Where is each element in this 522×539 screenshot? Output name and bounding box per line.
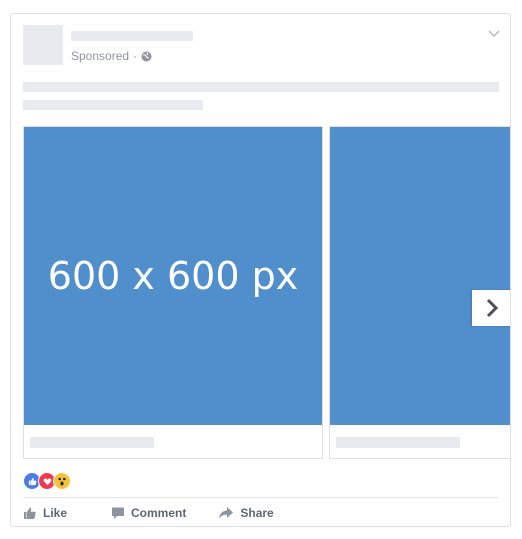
globe-icon <box>141 51 152 62</box>
carousel-card[interactable]: 600 x 600 px <box>23 126 323 459</box>
chevron-right-icon <box>486 298 499 318</box>
reactions-summary[interactable] <box>23 472 71 490</box>
sponsored-meta: Sponsored · <box>71 49 152 63</box>
post-text-placeholder-line-2 <box>23 100 203 110</box>
carousel-headline-placeholder <box>336 437 460 448</box>
image-size-label: 600 x 600 px <box>47 254 299 298</box>
comment-button[interactable]: Comment <box>111 502 186 524</box>
page-name-placeholder[interactable] <box>71 31 193 41</box>
carousel-image: 600 x 600 px <box>24 127 322 425</box>
like-button[interactable]: Like <box>23 502 67 524</box>
like-label: Like <box>43 506 68 520</box>
share-label: Share <box>240 506 274 520</box>
chevron-down-icon[interactable] <box>488 26 500 38</box>
comment-label: Comment <box>131 506 187 520</box>
share-button[interactable]: Share <box>218 502 274 524</box>
carousel: 600 x 600 px <box>23 126 510 460</box>
share-icon <box>219 507 234 519</box>
carousel-next-button[interactable] <box>472 290 510 326</box>
thumbs-up-icon <box>24 507 36 519</box>
meta-separator: · <box>133 49 138 63</box>
avatar[interactable] <box>23 25 63 65</box>
comment-icon <box>112 507 125 519</box>
wow-reaction-icon <box>53 472 71 490</box>
carousel-headline-placeholder <box>30 437 154 448</box>
divider <box>23 497 498 498</box>
carousel-image <box>330 127 510 425</box>
sponsored-label: Sponsored <box>71 49 130 63</box>
sponsored-post-card: Sponsored · 600 x 600 px Like Comment Sh… <box>10 13 511 527</box>
post-text-placeholder-line-1 <box>23 82 499 92</box>
action-bar: Like Comment Share <box>23 502 274 524</box>
